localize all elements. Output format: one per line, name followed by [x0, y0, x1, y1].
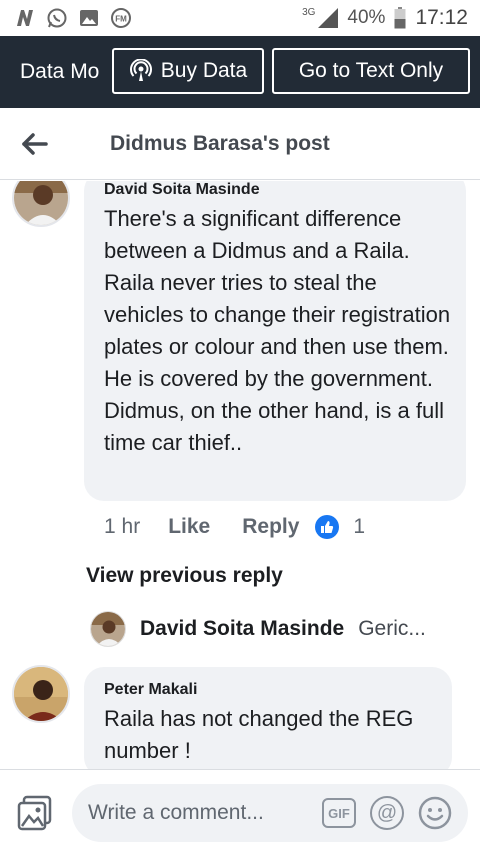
text-only-button[interactable]: Go to Text Only	[272, 48, 470, 94]
comment-text: Raila has not changed the REG number !	[104, 706, 414, 763]
comment-composer: GIF @	[0, 769, 480, 854]
signal-icon	[317, 7, 339, 29]
reply-snippet: Geric...	[358, 617, 426, 640]
emoji-button[interactable]	[418, 796, 452, 830]
photo-button[interactable]	[16, 794, 54, 832]
system-indicators: 3G 40% 17:12	[302, 6, 468, 30]
thumbs-up-icon	[315, 515, 340, 539]
buy-data-button[interactable]: Buy Data	[112, 48, 264, 94]
comment-actions: 1 hr Like Reply 1	[104, 515, 365, 539]
data-mode-bar: Data Mo Buy Data Go to Text Only	[0, 36, 480, 108]
reply-button[interactable]: Reply	[242, 515, 299, 539]
comments-list: David Soita Masinde There's a significan…	[0, 181, 480, 769]
reply-preview[interactable]: David Soita Masinde Geric...	[90, 611, 426, 647]
avatar[interactable]	[12, 181, 70, 227]
gif-label: GIF	[328, 805, 350, 821]
reaction-count: 1	[353, 515, 366, 538]
data-mode-label: Data Mo	[20, 60, 100, 83]
comment-bubble: Peter Makali Raila has not changed the R…	[84, 667, 452, 769]
gif-button[interactable]: GIF	[322, 798, 356, 828]
comment-bubble: David Soita Masinde There's a significan…	[84, 181, 466, 501]
comment-author[interactable]: Peter Makali	[104, 681, 197, 699]
comment-author[interactable]: David Soita Masinde	[104, 181, 260, 199]
whatsapp-icon	[46, 7, 68, 29]
reply-author: David Soita Masinde	[140, 617, 345, 640]
gallery-icon	[78, 7, 100, 29]
network-type: 3G	[302, 6, 316, 18]
reply-avatar	[90, 611, 126, 647]
reaction-summary[interactable]: 1	[315, 515, 365, 539]
post-header: Didmus Barasa's post	[0, 108, 480, 180]
mention-button[interactable]: @	[370, 796, 404, 830]
avatar[interactable]	[12, 665, 70, 723]
comment-text: There's a significant difference between…	[104, 206, 451, 455]
status-bar: FM 3G 40% 17:12	[0, 0, 480, 36]
view-previous-reply-link[interactable]: View previous reply	[86, 564, 283, 588]
svg-text:FM: FM	[115, 15, 127, 24]
comment-input[interactable]	[88, 801, 318, 825]
like-button[interactable]: Like	[168, 515, 210, 539]
notification-icons: FM	[14, 7, 132, 29]
smiley-icon	[418, 796, 452, 830]
comment-box: GIF @	[72, 784, 468, 842]
text-only-label: Go to Text Only	[298, 59, 444, 82]
back-arrow-icon	[22, 132, 48, 155]
photo-icon	[17, 795, 53, 831]
at-icon: @	[376, 801, 398, 824]
page-title: Didmus Barasa's post	[110, 131, 330, 155]
comment-timestamp[interactable]: 1 hr	[104, 515, 140, 539]
fm-radio-icon: FM	[110, 7, 132, 29]
buy-data-label: Buy Data	[160, 59, 248, 82]
broadcast-icon	[129, 59, 153, 83]
clock: 17:12	[415, 6, 468, 29]
battery-percent: 40%	[347, 7, 386, 28]
n-icon	[14, 7, 36, 29]
battery-icon	[393, 7, 407, 29]
back-button[interactable]	[0, 108, 70, 180]
